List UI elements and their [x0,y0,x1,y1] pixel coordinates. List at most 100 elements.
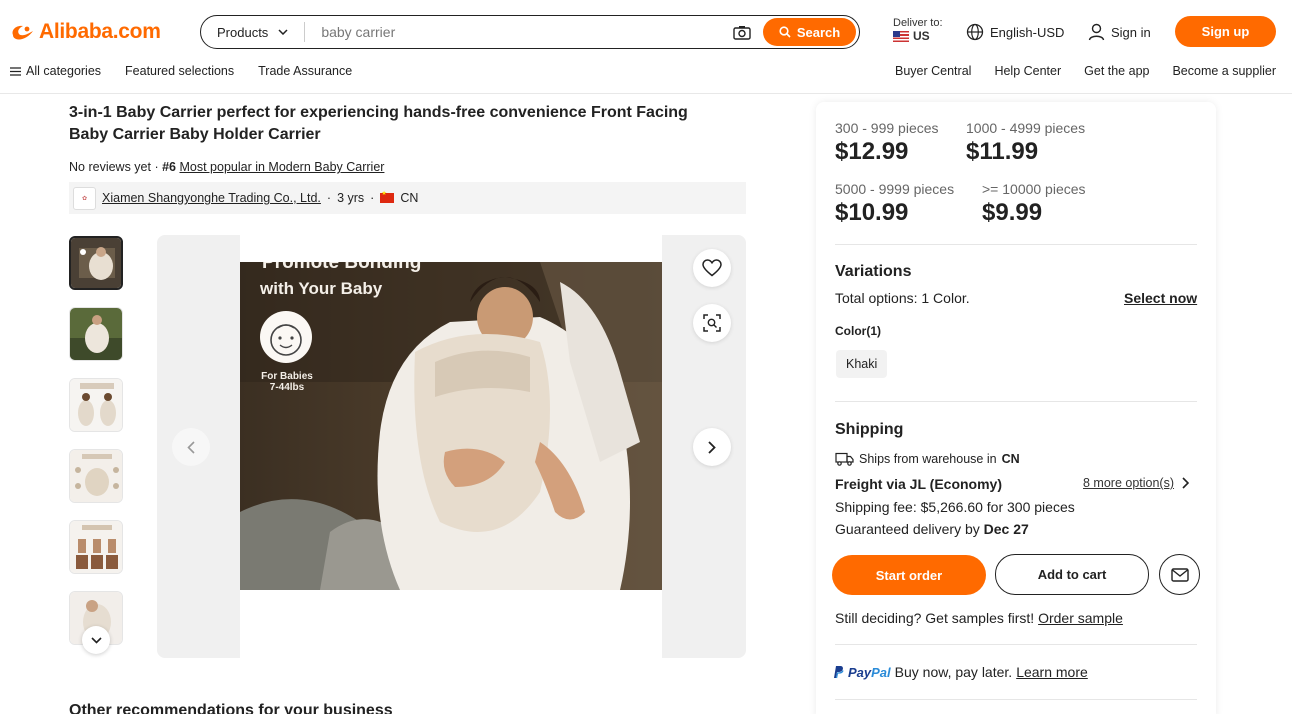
help-nav: Buyer Central Help Center Get the app Be… [895,64,1276,78]
image-badge-line2: 7-44lbs [270,382,305,393]
top-header: Alibaba.com Products Search Deliver to: … [0,0,1292,94]
thumbnail-4[interactable] [69,449,123,503]
thumbnail-5[interactable] [69,520,123,574]
divider [835,644,1197,645]
variations-heading: Variations [835,263,912,280]
color-option-khaki[interactable]: Khaki [836,350,888,378]
add-to-cart-button[interactable]: Add to cart [995,554,1149,595]
delivery-prefix: Guaranteed delivery by [835,521,980,537]
sign-in-link[interactable]: Sign in [1088,23,1151,41]
tier-price: $11.99 [966,138,1039,165]
paypal-brand-b: Pal [871,664,891,680]
start-order-button[interactable]: Start order [832,555,986,595]
product-title: 3-in-1 Baby Carrier perfect for experien… [69,104,688,143]
thumbnails-scroll-down-button[interactable] [82,626,110,654]
search-icon [779,26,791,38]
search-button[interactable]: Search [763,18,856,46]
add-to-cart-label: Add to cart [1037,567,1107,582]
more-shipping-options-link[interactable]: 8 more option(s) [1083,476,1190,490]
next-image-button[interactable] [693,428,731,466]
deliver-to[interactable]: Deliver to: US [893,17,943,43]
recommendations-heading: Other recommendations for your business [69,702,393,714]
supplier-bar: ✿ Xiamen Shangyonghe Trading Co., Ltd. ·… [69,182,746,214]
search-category-select[interactable]: Products [201,22,306,42]
category-nav: All categories Featured selections Trade… [10,64,352,78]
paypal-icon [834,666,844,679]
review-summary: No reviews yet · #6 Most popular in Mode… [69,160,385,174]
search-category-label: Products [217,24,269,40]
divider [835,401,1197,402]
buyer-central-link[interactable]: Buyer Central [895,64,971,78]
rank-category-link[interactable]: Most popular in Modern Baby Carrier [179,160,384,174]
all-categories-link[interactable]: All categories [10,64,101,78]
ships-from-label: Ships from warehouse in [859,452,997,466]
paypal-text: Buy now, pay later. [894,664,1013,680]
divider [835,244,1197,245]
tier-quantity: 5000 - 9999 pieces [835,181,955,197]
tier-price: $9.99 [982,199,1043,226]
tier-quantity: 1000 - 4999 pieces [966,120,1086,136]
order-sample-link[interactable]: Order sample [1038,610,1123,626]
tier-quantity: >= 10000 pieces [982,181,1086,197]
become-supplier-link[interactable]: Become a supplier [1172,64,1276,78]
ships-from: Ships from warehouse in CN [835,452,1020,466]
main-product-image[interactable]: Promote Bonding with Your Baby For Babie… [240,262,662,590]
search-input[interactable] [305,24,731,40]
select-now-link[interactable]: Select now [1124,290,1197,306]
price-tier-1: 300 - 999 pieces $12.99 [835,120,939,166]
image-top-margin [240,235,662,262]
previous-image-button[interactable] [172,428,210,466]
china-flag-icon [380,190,395,203]
thumbnail-1[interactable] [69,236,123,290]
deliver-country: US [913,29,930,43]
sign-up-button[interactable]: Sign up [1175,16,1276,47]
language-label: English-USD [990,24,1065,40]
image-headline: Promote Bonding [262,262,421,273]
ships-from-country: CN [1001,452,1020,466]
all-categories-label: All categories [26,64,102,78]
image-viewer: Promote Bonding with Your Baby For Babie… [157,235,746,658]
user-icon [1088,23,1105,41]
camera-search-icon[interactable] [731,21,753,43]
guaranteed-delivery: Guaranteed delivery by Dec 27 [835,521,1029,537]
shipping-fee: Shipping fee: $5,266.60 for 300 pieces [835,499,1075,515]
alibaba-logo[interactable]: Alibaba.com [10,20,161,44]
tier-price: $10.99 [835,199,909,226]
thumbnail-list [69,236,123,662]
image-search-button[interactable] [693,304,731,342]
tier-price: $12.99 [835,138,909,165]
price-tier-4: >= 10000 pieces $9.99 [982,181,1086,227]
truck-icon [835,452,854,466]
sign-in-label: Sign in [1111,24,1151,40]
contact-supplier-button[interactable] [1159,554,1200,595]
chevron-down-icon [90,636,102,644]
price-tier-3: 5000 - 9999 pieces $10.99 [835,181,954,227]
trade-assurance-link[interactable]: Trade Assurance [258,64,352,78]
shipping-method: Freight via JL (Economy) [835,476,1002,492]
separator-dot: · [370,191,375,205]
thumbnail-3[interactable] [69,378,123,432]
chevron-left-icon [187,440,195,454]
image-subline: with Your Baby [259,279,383,298]
language-selector[interactable]: English-USD [966,23,1064,41]
chevron-right-icon [708,440,716,454]
us-flag-icon [893,31,909,42]
shipping-heading: Shipping [835,421,904,438]
chevron-right-icon [1182,477,1190,489]
search-bar: Products Search [200,15,860,49]
featured-selections-link[interactable]: Featured selections [125,64,234,78]
favorite-button[interactable] [693,249,731,287]
supplier-name-link[interactable]: Xiamen Shangyonghe Trading Co., Ltd. [102,191,321,205]
paypal-logo: PayPal [848,665,891,680]
thumbnail-2[interactable] [69,307,123,361]
alibaba-logo-icon [12,25,33,40]
help-center-link[interactable]: Help Center [994,64,1061,78]
supplier-logo[interactable]: ✿ [73,186,96,210]
more-options-label: 8 more option(s) [1083,476,1175,490]
search-button-label: Search [796,24,841,40]
learn-more-link[interactable]: Learn more [1016,664,1088,680]
supplier-meta: · [326,191,332,205]
supplier-country: CN [400,191,419,205]
rank-badge: #6 [162,160,176,174]
get-app-link[interactable]: Get the app [1084,64,1149,78]
